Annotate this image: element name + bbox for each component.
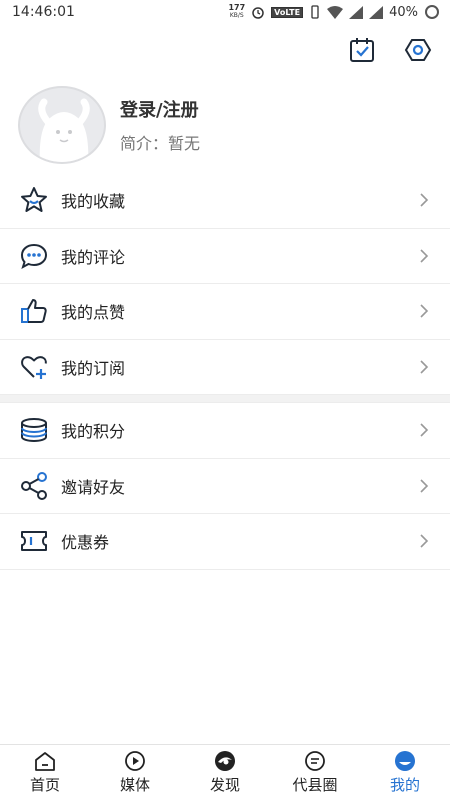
share-icon	[18, 470, 50, 502]
profile-menu: 我的收藏 我的评论 我的点赞 我的订阅 我的积分 邀请好友 优惠券	[0, 173, 450, 570]
nav-label-discover: 发现	[209, 776, 240, 794]
default-avatar-icon	[38, 98, 90, 162]
profile-intro: 简介：暂无	[120, 134, 201, 153]
avatar[interactable]	[18, 86, 106, 164]
menu-item-favorites[interactable]: 我的收藏	[0, 173, 450, 229]
profile-header[interactable]: 登录/注册 简介：暂无	[18, 84, 438, 166]
chevron-right-icon	[420, 360, 429, 374]
menu-item-likes[interactable]: 我的点赞	[0, 284, 450, 340]
coins-icon	[18, 414, 50, 446]
chat-circle-icon	[305, 751, 325, 771]
comment-icon	[18, 240, 50, 272]
menu-item-coupons[interactable]: 优惠券	[0, 514, 450, 570]
nav-media[interactable]: 媒体	[90, 745, 180, 800]
signal-icon-1	[349, 5, 364, 19]
chevron-right-icon	[420, 534, 429, 548]
battery-icon	[425, 5, 439, 19]
status-time: 14:46:01	[12, 4, 75, 20]
play-icon	[125, 751, 145, 771]
thumb-up-icon	[18, 295, 50, 327]
top-actions	[348, 36, 432, 64]
menu-label-comments: 我的评论	[61, 247, 126, 267]
menu-item-invite[interactable]: 邀请好友	[0, 459, 450, 514]
chevron-right-icon	[420, 423, 429, 437]
menu-label-favorites: 我的收藏	[61, 192, 126, 212]
profile-icon	[395, 751, 415, 771]
home-icon	[35, 752, 55, 771]
heart-plus-icon	[18, 351, 50, 383]
status-bar: 14:46:01 177 KB/S VoLTE 40%	[0, 0, 450, 24]
status-icons: 177 KB/S VoLTE 40%	[228, 4, 440, 20]
nav-label-county-circle: 代县圈	[292, 776, 338, 794]
nav-mine[interactable]: 我的	[360, 745, 450, 800]
menu-label-subscriptions: 我的订阅	[61, 358, 126, 378]
nav-label-home: 首页	[29, 776, 60, 794]
nav-label-media: 媒体	[119, 776, 150, 794]
menu-label-invite: 邀请好友	[61, 477, 126, 497]
vibrate-icon	[311, 5, 319, 19]
section-divider	[0, 395, 450, 403]
wifi-icon	[327, 5, 344, 19]
ticket-icon	[18, 525, 50, 557]
settings-icon[interactable]	[404, 36, 432, 64]
nav-label-mine: 我的	[389, 776, 420, 794]
volte-badge: VoLTE	[271, 6, 304, 18]
alarm-icon	[252, 7, 264, 19]
star-icon	[18, 184, 50, 216]
nav-home[interactable]: 首页	[0, 745, 90, 800]
menu-item-comments[interactable]: 我的评论	[0, 229, 450, 284]
menu-item-subscriptions[interactable]: 我的订阅	[0, 340, 450, 395]
menu-item-points[interactable]: 我的积分	[0, 403, 450, 459]
profile-text: 登录/注册 简介：暂无	[120, 96, 200, 154]
battery-percent: 40%	[389, 4, 418, 20]
chevron-right-icon	[420, 249, 429, 263]
nav-discover[interactable]: 发现	[180, 745, 270, 800]
menu-label-points: 我的积分	[61, 422, 126, 442]
menu-label-likes: 我的点赞	[61, 303, 126, 323]
signal-icon-2	[369, 5, 384, 19]
login-register-link[interactable]: 登录/注册	[120, 96, 200, 122]
nav-county-circle[interactable]: 代县圈	[270, 745, 360, 800]
net-speed: 177 KB/S	[228, 3, 246, 20]
chevron-right-icon	[420, 304, 429, 318]
chevron-right-icon	[420, 193, 429, 207]
menu-label-coupons: 优惠券	[61, 533, 110, 553]
calendar-check-icon[interactable]	[348, 36, 376, 64]
discover-icon	[215, 751, 235, 771]
chevron-right-icon	[420, 479, 429, 493]
bottom-nav: 首页 媒体 发现 代县圈 我的	[0, 744, 450, 800]
